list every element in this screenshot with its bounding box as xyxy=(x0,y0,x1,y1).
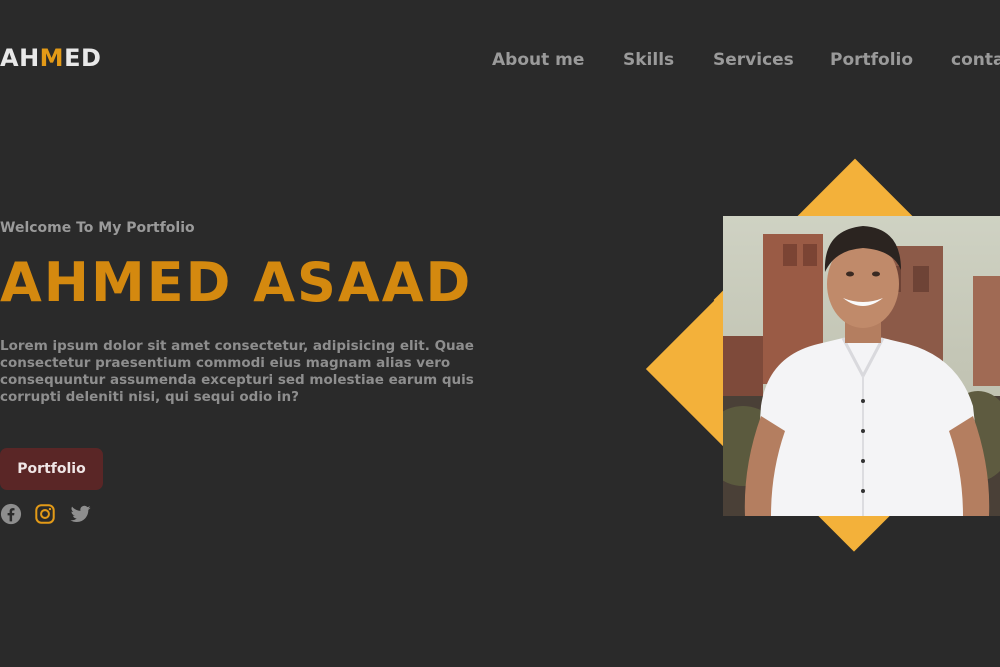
welcome-text: Welcome To My Portfolio xyxy=(0,220,195,236)
instagram-icon[interactable] xyxy=(34,503,56,525)
profile-photo-illustration xyxy=(723,216,1000,516)
facebook-icon[interactable] xyxy=(0,503,22,525)
nav-item-services[interactable]: Services xyxy=(713,48,794,72)
nav-container: About me Skills Services Portfolio conta… xyxy=(0,0,1000,120)
nav-item-skills[interactable]: Skills xyxy=(623,48,674,72)
hero-name: AHMED ASAAD xyxy=(0,251,473,314)
profile-photo xyxy=(723,216,1000,516)
portfolio-button[interactable]: Portfolio xyxy=(0,448,103,490)
main-nav: About me Skills Services Portfolio conta… xyxy=(492,48,1000,72)
nav-item-contact[interactable]: contact xyxy=(951,48,1000,72)
nav-item-about-me[interactable]: About me xyxy=(492,48,584,72)
nav-item-portfolio[interactable]: Portfolio xyxy=(830,48,913,72)
hero-description: Lorem ipsum dolor sit amet consectetur, … xyxy=(0,338,474,405)
twitter-icon[interactable] xyxy=(69,503,91,525)
